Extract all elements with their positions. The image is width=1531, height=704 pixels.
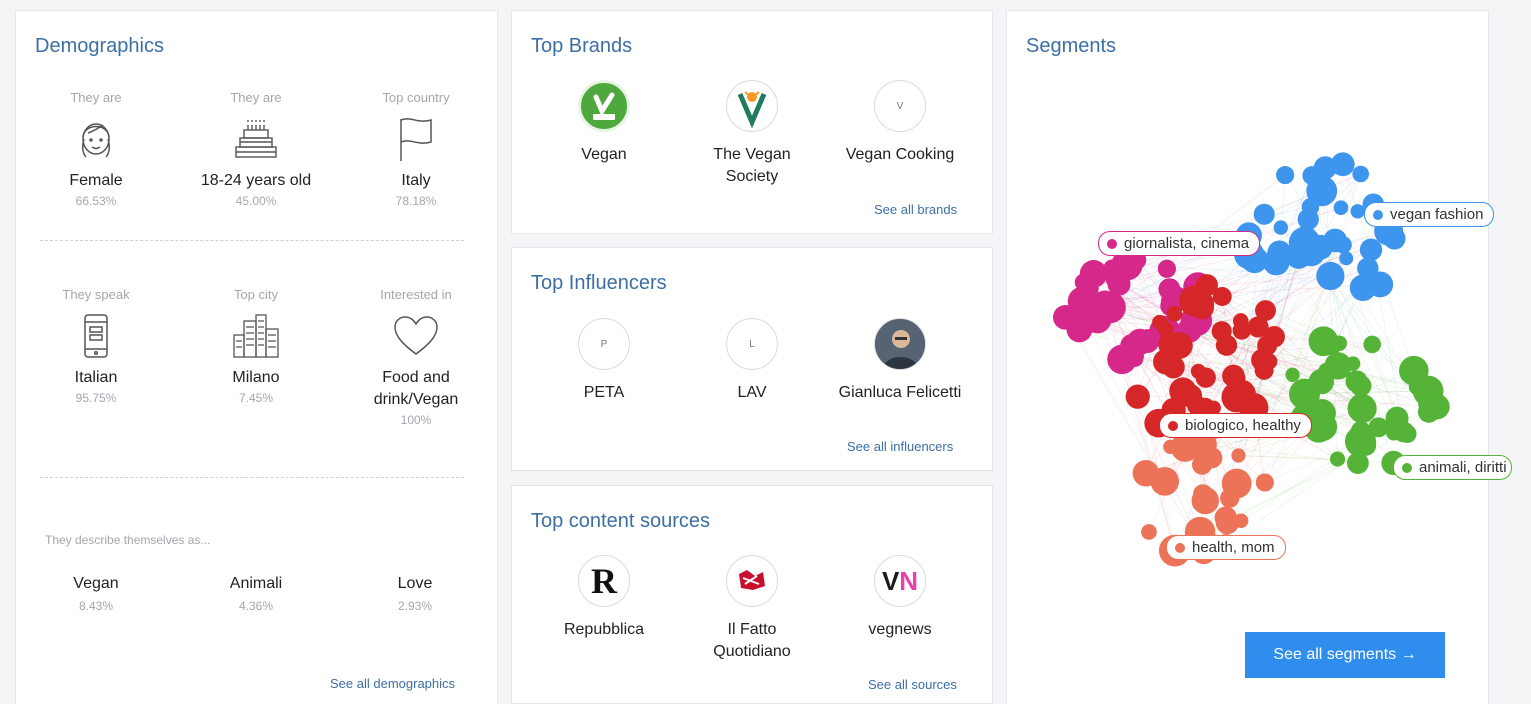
flag-icon xyxy=(346,108,486,170)
see-all-demographics-link[interactable]: See all demographics xyxy=(330,676,455,691)
source-item[interactable]: VN vegnews xyxy=(825,555,975,641)
source-name: Repubblica xyxy=(563,621,645,638)
heart-icon xyxy=(346,305,486,367)
demo-caption: Top city xyxy=(233,287,279,302)
demographics-title: Demographics xyxy=(35,35,164,57)
describe-percent: 8.43% xyxy=(78,599,114,613)
demo-caption: Top country xyxy=(382,90,450,105)
segment-label[interactable]: health, mom xyxy=(1166,535,1286,560)
demo-percent: 100% xyxy=(400,413,432,427)
vegan-society-logo-icon xyxy=(726,80,778,132)
segment-dot xyxy=(1402,462,1412,473)
segment-label[interactable]: animali, diritti xyxy=(1393,455,1512,480)
brand-name: Vegan Cooking xyxy=(845,146,955,163)
segment-dot xyxy=(1175,542,1185,553)
segments-title: Segments xyxy=(1026,35,1117,57)
segment-dot xyxy=(1107,238,1117,249)
describe-value: Vegan xyxy=(73,575,119,592)
describe-item: Love 2.93% xyxy=(355,575,475,613)
describe-value: Love xyxy=(397,575,433,592)
female-icon xyxy=(26,108,166,170)
segment-label-text: biologico, healthy xyxy=(1185,417,1301,434)
segment-label[interactable]: vegan fashion xyxy=(1364,202,1495,227)
influencer-name: PETA xyxy=(583,384,625,401)
segment-label-text: vegan fashion xyxy=(1390,206,1484,223)
see-all-segments-button[interactable]: See all segments → xyxy=(1245,632,1445,678)
segment-dot xyxy=(1168,420,1178,431)
top-brands-title: Top Brands xyxy=(531,35,633,57)
brand-name: Vegan xyxy=(581,146,627,163)
divider xyxy=(40,240,464,241)
demo-percent: 66.53% xyxy=(75,194,117,208)
describe-percent: 2.93% xyxy=(397,599,433,613)
source-item[interactable]: Il Fatto Quotidiano xyxy=(677,555,827,663)
vegnews-logo-icon: VN xyxy=(874,555,926,607)
repubblica-logo-icon: R xyxy=(578,555,630,607)
segment-label-text: giornalista, cinema xyxy=(1124,235,1250,252)
segment-label-text: animali, diritti xyxy=(1419,459,1507,476)
demo-interest: Interested in Food and drink/Vegan 100% xyxy=(346,287,486,427)
initial-avatar: P xyxy=(578,318,630,370)
see-all-sources-link[interactable]: See all sources xyxy=(868,677,957,692)
demo-value: Food and drink/Vegan xyxy=(373,369,459,408)
person-photo-icon xyxy=(874,318,926,370)
cake-icon xyxy=(186,108,326,170)
demo-language: They speak Italian 95.75% xyxy=(26,287,166,405)
vegan-logo-icon xyxy=(578,80,630,132)
demo-value: 18-24 years old xyxy=(200,172,312,189)
influencer-name: LAV xyxy=(737,384,767,401)
demo-percent: 95.75% xyxy=(75,391,117,405)
divider xyxy=(40,477,464,478)
demo-percent: 7.45% xyxy=(238,391,274,405)
demo-percent: 78.18% xyxy=(395,194,437,208)
demo-value: Italian xyxy=(74,369,118,386)
source-name: vegnews xyxy=(868,621,932,638)
describe-item: Animali 4.36% xyxy=(196,575,316,613)
source-name: Il Fatto Quotidiano xyxy=(713,621,791,660)
demo-value: Italy xyxy=(401,172,431,189)
see-all-brands-link[interactable]: See all brands xyxy=(874,202,957,217)
top-influencers-title: Top Influencers xyxy=(531,272,667,294)
demo-gender: They are Female 66.53% xyxy=(26,90,166,208)
brand-item[interactable]: V Vegan Cooking xyxy=(825,80,975,166)
top-sources-title: Top content sources xyxy=(531,510,710,532)
demo-caption: They are xyxy=(230,90,282,105)
demo-country: Top country Italy 78.18% xyxy=(346,90,486,208)
describe-percent: 4.36% xyxy=(238,599,274,613)
demo-caption: Interested in xyxy=(380,287,452,302)
demo-percent: 45.00% xyxy=(235,194,277,208)
segment-label[interactable]: biologico, healthy xyxy=(1159,413,1312,438)
demo-caption: They are xyxy=(70,90,122,105)
demo-value: Female xyxy=(69,172,123,189)
demo-value: Milano xyxy=(232,369,280,386)
influencer-item[interactable]: L LAV xyxy=(677,318,827,404)
segment-label[interactable]: giornalista, cinema xyxy=(1098,231,1261,256)
fatto-logo-icon xyxy=(726,555,778,607)
demo-age: They are 18-24 years old 45.00% xyxy=(186,90,326,208)
influencer-item[interactable]: P PETA xyxy=(529,318,679,404)
influencer-item[interactable]: Gianluca Felicetti xyxy=(816,318,984,404)
demo-caption: They speak xyxy=(62,287,130,302)
brand-item[interactable]: Vegan xyxy=(529,80,679,166)
initial-avatar: L xyxy=(726,318,778,370)
city-icon xyxy=(186,305,326,367)
describe-caption: They describe themselves as... xyxy=(45,533,211,547)
segments-card: Segments xyxy=(1006,10,1489,704)
brand-item[interactable]: The Vegan Society xyxy=(677,80,827,188)
describe-item: Vegan 8.43% xyxy=(36,575,156,613)
segment-label-text: health, mom xyxy=(1192,539,1275,556)
influencer-name: Gianluca Felicetti xyxy=(838,384,962,401)
demo-city: Top city Milano 7.45% xyxy=(186,287,326,405)
describe-value: Animali xyxy=(229,575,283,592)
segment-dot xyxy=(1373,209,1383,220)
see-all-influencers-link[interactable]: See all influencers xyxy=(847,439,953,454)
source-item[interactable]: R Repubblica xyxy=(529,555,679,641)
phone-icon xyxy=(26,305,166,367)
brand-name: The Vegan Society xyxy=(713,146,791,185)
initial-avatar: V xyxy=(874,80,926,132)
